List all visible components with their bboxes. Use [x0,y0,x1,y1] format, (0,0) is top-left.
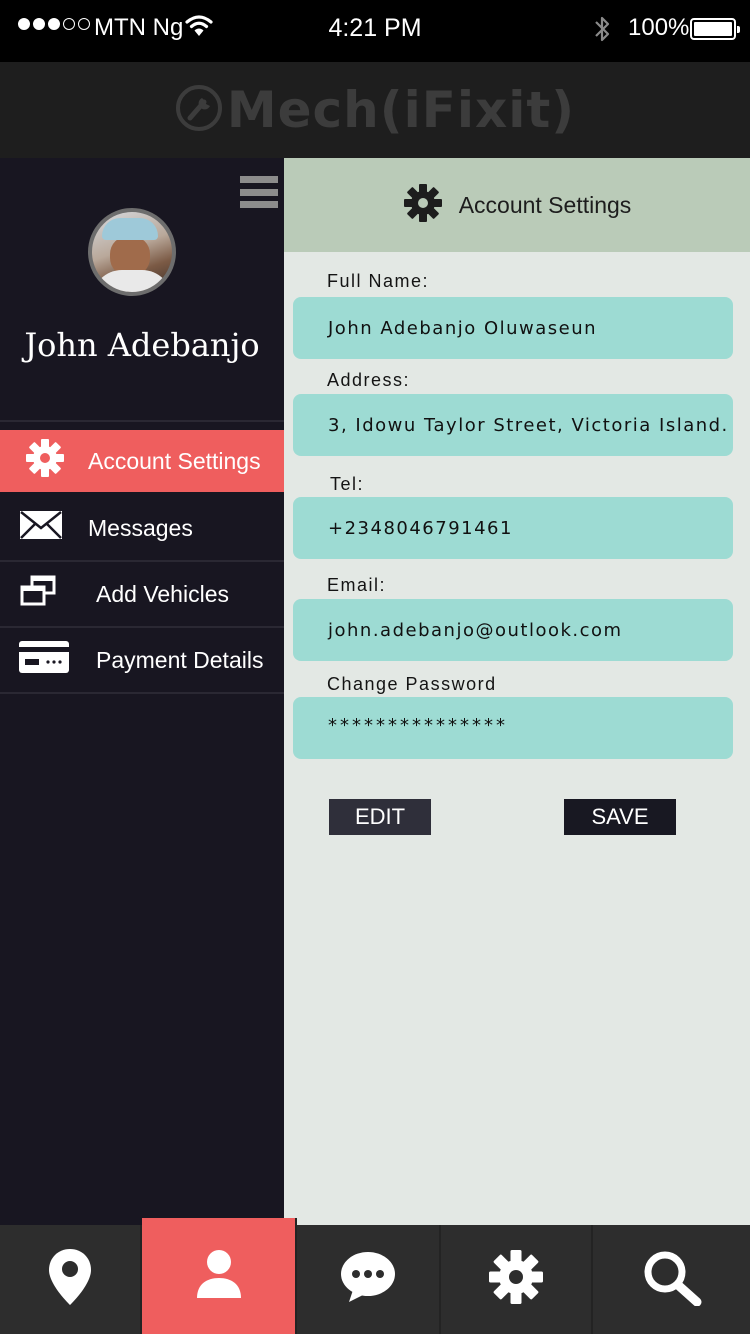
battery-percentage: 100% [628,14,690,41]
password-field[interactable]: *************** [293,697,733,759]
sidebar-item-label: Add Vehicles [96,580,229,607]
address-label: Address: [327,370,411,390]
content-header: Account Settings [284,158,750,252]
profile-icon [195,1248,243,1305]
wrench-icon [175,84,223,137]
tab-location[interactable] [0,1225,142,1334]
full-name-label: Full Name: [327,271,430,291]
divider [0,420,284,422]
tel-label: Tel: [330,474,365,494]
status-bar: MTN Ng 4:21 PM 100% [0,0,750,62]
sidebar-item-add-vehicles[interactable]: Add Vehicles [0,562,284,628]
user-name: John Adebanjo [24,326,260,364]
sidebar-item-account-settings[interactable]: Account Settings [0,430,284,492]
location-pin-icon [46,1247,94,1312]
edit-button[interactable]: EDIT [329,799,431,835]
tab-search[interactable] [593,1225,750,1334]
tel-field[interactable]: +2348046791461 [293,497,733,559]
full-name-field[interactable]: John Adebanjo Oluwaseun [293,297,733,359]
tab-profile[interactable] [142,1218,297,1334]
tab-messages[interactable] [297,1225,441,1334]
page-title: Account Settings [458,191,632,218]
tab-settings[interactable] [441,1225,593,1334]
sidebar-item-payment-details[interactable]: Payment Details [0,628,284,694]
sidebar-item-messages[interactable]: Messages [0,496,284,562]
app-logo: Mech(iFixit) [175,81,575,139]
app-logo-text: Mech(iFixit) [226,81,576,139]
sidebar-menu: Account Settings Messages Add Vehicles P… [0,430,284,694]
account-settings-panel: Account Settings Full Name: John Adebanj… [284,158,750,1225]
gear-icon [18,438,72,484]
email-label: Email: [327,575,387,595]
sidebar-item-label: Payment Details [96,646,264,673]
email-field[interactable]: john.adebanjo@outlook.com [293,599,733,661]
hamburger-icon[interactable] [240,176,278,208]
avatar[interactable] [88,208,176,296]
windows-icon [20,575,56,613]
save-button[interactable]: SAVE [564,799,676,835]
sidebar-item-label: Messages [88,514,193,541]
card-icon [18,640,70,680]
sidebar: John Adebanjo Account Settings Messages … [0,158,284,1225]
settings-icon [487,1248,545,1311]
search-icon [641,1248,703,1311]
sidebar-item-label: Account Settings [88,447,261,474]
battery-icon [690,18,740,40]
address-field[interactable]: 3, Idowu Taylor Street, Victoria Island. [293,394,733,456]
bluetooth-icon [592,14,612,49]
bottom-tab-bar [0,1218,750,1334]
chat-icon [339,1250,397,1309]
app-header: Mech(iFixit) [0,62,750,158]
envelope-icon [18,509,64,547]
change-password-label: Change Password [327,674,497,694]
gear-icon [403,183,443,228]
